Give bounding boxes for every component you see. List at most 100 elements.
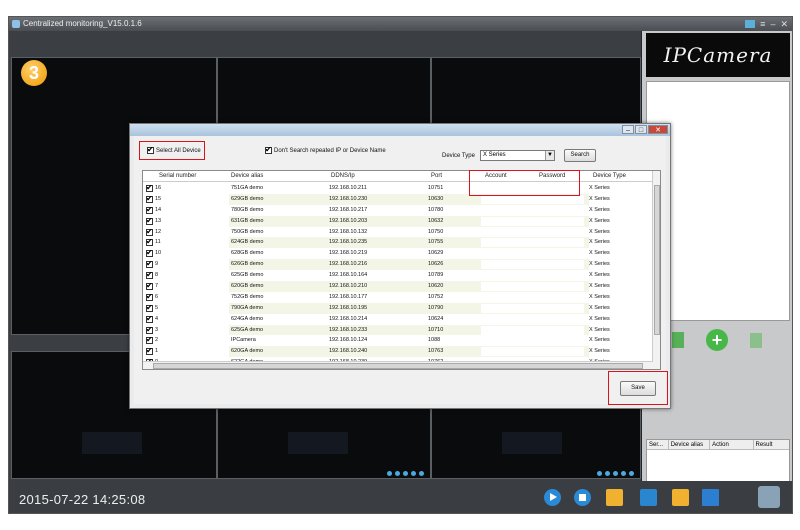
menu-icon[interactable]: ≡ — [760, 18, 765, 30]
chevron-down-icon[interactable]: ▼ — [545, 151, 554, 160]
minimize-icon[interactable]: – — [770, 18, 775, 30]
row-checkbox[interactable] — [146, 194, 153, 205]
table-row[interactable]: 14 780GB demo 192.168.10.217 10780 X Series — [143, 205, 653, 216]
snapshot-icon[interactable] — [613, 471, 618, 476]
cell-account-password-input[interactable] — [481, 292, 584, 302]
delete-device-icon[interactable] — [750, 332, 762, 348]
video-frame — [82, 432, 142, 454]
cell-alias: 624GB demo — [231, 239, 264, 246]
dialog-window-controls: – □ ✕ — [622, 125, 668, 134]
cell-account-password-input[interactable] — [481, 227, 584, 237]
record-icon[interactable] — [387, 471, 392, 476]
row-checkbox[interactable] — [146, 259, 153, 270]
cell-account-password-input[interactable] — [481, 249, 584, 259]
cell-alias: 780GB demo — [231, 206, 264, 213]
cell-account-password-input[interactable] — [481, 260, 584, 270]
camera-icon[interactable] — [745, 20, 756, 28]
cell-account-password-input[interactable] — [481, 216, 584, 226]
row-checkbox[interactable] — [146, 227, 153, 237]
table-row[interactable]: 13 631GB demo 192.168.10.203 10632 X Series — [143, 215, 653, 227]
row-checkbox[interactable] — [146, 270, 153, 281]
vertical-scrollbar[interactable] — [652, 171, 660, 369]
table-row[interactable]: 4 624GA demo 192.168.10.214 10624 X Series — [143, 314, 653, 325]
cell-account-password-input[interactable] — [481, 282, 584, 292]
audio-icon[interactable] — [605, 471, 610, 476]
cell-alias: 790GA demo — [231, 304, 264, 311]
table-row[interactable]: 2 IPCamera 192.168.10.124 1088 X Series — [143, 335, 653, 346]
checkbox-icon[interactable] — [147, 145, 154, 154]
cell-serial: 16 — [155, 185, 162, 191]
app-title: Centralized monitoring_V15.0.1.6 — [23, 19, 142, 28]
checkbox-icon[interactable] — [265, 145, 272, 154]
table-row[interactable]: 10 628GB demo 192.168.10.219 10629 X Series — [143, 248, 653, 259]
horizontal-scrollbar[interactable] — [143, 361, 653, 369]
table-row[interactable]: 9 626GB demo 192.168.10.216 10626 X Series — [143, 259, 653, 270]
save-button[interactable]: Save — [620, 381, 656, 396]
cell-account-password-input[interactable] — [481, 194, 584, 204]
table-row[interactable]: 11 624GB demo 192.168.10.235 10755 X Series — [143, 237, 653, 248]
cell-device-type: X Series — [589, 250, 610, 257]
row-checkbox[interactable] — [146, 216, 153, 227]
close-icon[interactable]: ✕ — [780, 18, 788, 30]
cell-account-password-input[interactable] — [481, 336, 584, 346]
cell-device-type: X Series — [589, 337, 610, 344]
settings-icon[interactable] — [621, 471, 626, 476]
cell-port: 10632 — [428, 217, 444, 224]
table-row[interactable]: 7 620GB demo 192.168.10.210 10620 X Series — [143, 281, 653, 292]
add-device-icon[interactable]: + — [706, 329, 728, 351]
dont-search-repeated-checkbox[interactable]: Don't Search repeated IP or Device Name — [265, 145, 386, 154]
row-checkbox[interactable] — [146, 303, 153, 314]
cell-account-password-input[interactable] — [481, 271, 584, 281]
cell-serial: 11 — [155, 239, 161, 246]
scroll-thumb[interactable] — [654, 185, 660, 335]
row-checkbox[interactable] — [146, 281, 153, 292]
cell-ip: 192.168.10.217 — [329, 206, 368, 213]
row-checkbox[interactable] — [146, 237, 153, 248]
cell-serial: 9 — [155, 261, 159, 268]
table-row[interactable]: 6 752GB demo 192.168.10.177 10752 X Series — [143, 292, 653, 303]
table-row[interactable]: 3 625GA demo 192.168.10.233 10710 X Series — [143, 324, 653, 335]
play-icon[interactable] — [544, 489, 561, 506]
row-checkbox[interactable] — [146, 205, 153, 216]
search-button[interactable]: Search — [564, 149, 596, 162]
row-checkbox[interactable] — [146, 325, 153, 335]
fullscreen-icon[interactable] — [629, 471, 634, 476]
cell-port: 10763 — [428, 348, 444, 355]
audio-icon[interactable] — [395, 471, 400, 476]
row-checkbox[interactable] — [146, 183, 153, 194]
table-row[interactable]: 12 750GB demo 192.168.10.132 10750 X Series — [143, 227, 653, 237]
settings-icon[interactable] — [411, 471, 416, 476]
scroll-thumb[interactable] — [153, 363, 643, 369]
monitor-icon[interactable] — [702, 489, 719, 506]
row-checkbox[interactable] — [146, 292, 153, 303]
dialog-close-icon[interactable]: ✕ — [648, 125, 668, 134]
select-all-checkbox[interactable]: Select All Device — [147, 145, 201, 154]
cell-device-type: X Series — [589, 326, 610, 333]
snapshot-folder-icon[interactable] — [672, 489, 689, 506]
stop-icon[interactable] — [574, 489, 591, 506]
cell-account-password-input[interactable] — [481, 205, 584, 215]
tools-icon[interactable] — [758, 486, 780, 508]
dialog-minimize-icon[interactable]: – — [622, 125, 634, 134]
cell-account-password-input[interactable] — [481, 325, 584, 335]
record-icon[interactable] — [597, 471, 602, 476]
cell-account-password-input[interactable] — [481, 303, 584, 313]
cell-alias: 620GB demo — [231, 283, 264, 290]
grid-layout-icon[interactable] — [640, 489, 657, 506]
row-checkbox[interactable] — [146, 314, 153, 325]
cell-account-password-input[interactable] — [481, 314, 584, 324]
device-type-select[interactable]: X Series ▼ — [480, 150, 555, 161]
table-row[interactable]: 1 620GA demo 192.168.10.240 10763 X Series — [143, 346, 653, 357]
row-checkbox[interactable] — [146, 346, 153, 357]
record-folder-icon[interactable] — [606, 489, 623, 506]
fullscreen-icon[interactable] — [419, 471, 424, 476]
row-checkbox[interactable] — [146, 248, 153, 259]
row-checkbox[interactable] — [146, 335, 153, 346]
cell-account-password-input[interactable] — [481, 347, 584, 357]
snapshot-icon[interactable] — [403, 471, 408, 476]
table-row[interactable]: 8 625GB demo 192.168.10.164 10789 X Series — [143, 270, 653, 281]
cell-account-password-input[interactable] — [481, 238, 584, 248]
dialog-maximize-icon[interactable]: □ — [635, 125, 647, 134]
table-row[interactable]: 5 790GA demo 192.168.10.195 10790 X Series — [143, 302, 653, 314]
edit-device-icon[interactable] — [672, 332, 684, 348]
